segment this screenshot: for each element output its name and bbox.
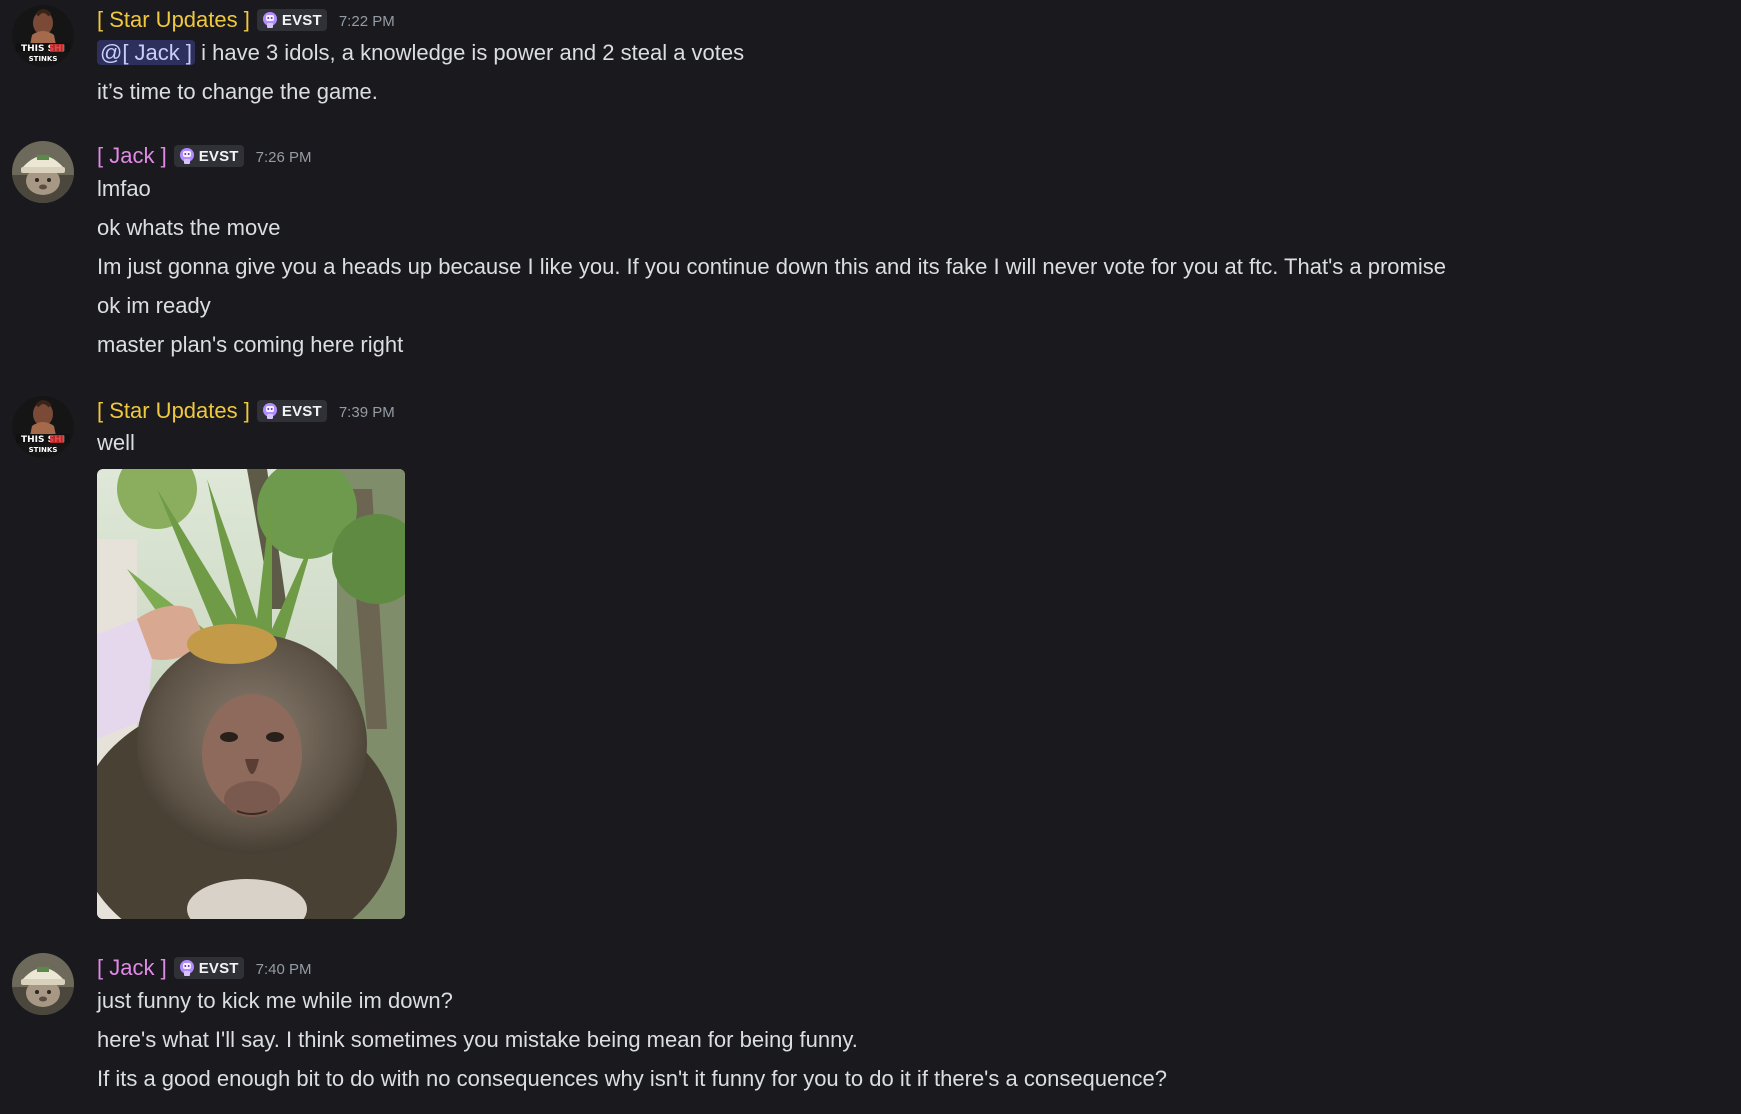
author-name[interactable]: [ Star Updates ] <box>97 396 250 426</box>
message-header: [ Star Updates ] EVST 7:39 PM <box>97 396 395 426</box>
image-attachment-content <box>97 469 405 919</box>
role-tag[interactable]: EVST <box>173 957 244 979</box>
message-text: Im just gonna give you a heads up becaus… <box>97 254 1446 279</box>
role-tag-label: EVST <box>198 147 239 165</box>
author-name[interactable]: [ Jack ] <box>97 953 167 983</box>
timestamp[interactable]: 7:39 PM <box>339 404 395 421</box>
avatar[interactable] <box>12 5 74 67</box>
author-name[interactable]: [ Star Updates ] <box>97 5 250 35</box>
message-text: it’s time to change the game. <box>97 79 378 104</box>
message-text: well <box>97 430 135 455</box>
message-header: [ Jack ] EVST 7:40 PM <box>97 953 312 983</box>
timestamp[interactable]: 7:40 PM <box>256 961 312 978</box>
message-text: here's what I'll say. I think sometimes … <box>97 1027 858 1052</box>
avatar[interactable] <box>12 953 74 1015</box>
role-tag[interactable]: EVST <box>173 145 244 167</box>
role-tag-label: EVST <box>281 402 322 420</box>
message-text: master plan's coming here right <box>97 332 404 357</box>
role-tag[interactable]: EVST <box>256 9 327 31</box>
message-text: just funny to kick me while im down? <box>97 988 453 1013</box>
message-text: lmfao <box>97 176 151 201</box>
timestamp[interactable]: 7:22 PM <box>339 13 395 30</box>
monkey-with-pineapple-image[interactable] <box>97 469 405 919</box>
evst-badge-icon <box>261 11 279 29</box>
avatar[interactable] <box>12 396 74 458</box>
evst-badge-icon <box>261 402 279 420</box>
message-text: ok whats the move <box>97 215 281 240</box>
author-name[interactable]: [ Jack ] <box>97 141 167 171</box>
evst-badge-icon <box>178 147 196 165</box>
avatar[interactable] <box>12 141 74 203</box>
message-text: If its a good enough bit to do with no c… <box>97 1066 1167 1091</box>
chat-message-list: [ Star Updates ] EVST 7:22 PM @[ Jack ] … <box>0 0 1741 1114</box>
message-text-content: i have 3 idols, a knowledge is power and… <box>195 40 745 65</box>
role-tag-label: EVST <box>281 11 322 29</box>
user-mention[interactable]: @[ Jack ] <box>97 40 196 65</box>
message-header: [ Star Updates ] EVST 7:22 PM <box>97 5 395 35</box>
message-header: [ Jack ] EVST 7:26 PM <box>97 141 312 171</box>
evst-badge-icon <box>178 959 196 977</box>
message-text: @[ Jack ] i have 3 idols, a knowledge is… <box>97 38 744 68</box>
role-tag[interactable]: EVST <box>256 400 327 422</box>
role-tag-label: EVST <box>198 959 239 977</box>
timestamp[interactable]: 7:26 PM <box>256 149 312 166</box>
message-text: ok im ready <box>97 293 211 318</box>
